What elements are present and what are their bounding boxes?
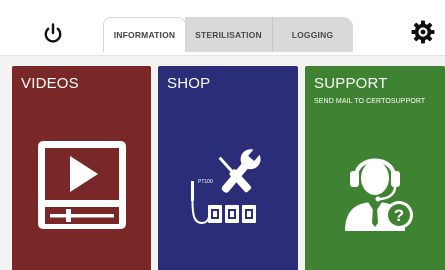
support-title: SUPPORT (314, 75, 388, 92)
gear-icon (411, 20, 435, 44)
tab-sterilisation-label: STERILISATION (195, 29, 262, 40)
svg-text:?: ? (394, 206, 404, 225)
power-button[interactable] (40, 20, 66, 46)
settings-button[interactable] (410, 19, 436, 45)
power-icon (44, 23, 62, 43)
top-bar: STERILISATION LOGGING INFORMATION (0, 0, 445, 56)
support-subtitle: SEND MAIL TO CERTOSUPPORT (314, 98, 426, 105)
tab-logging-label: LOGGING (291, 29, 334, 40)
tab-information-label: INFORMATION (113, 30, 176, 40)
probe-tools-icon: PT100 (191, 148, 261, 225)
tab-information[interactable]: INFORMATION (103, 17, 186, 52)
support-tile[interactable]: SUPPORT SEND MAIL TO CERTOSUPPORT ? (305, 66, 445, 270)
header-divider (0, 55, 445, 56)
videos-title: VIDEOS (21, 75, 79, 92)
tab-divider (272, 17, 273, 52)
video-player-icon (38, 141, 126, 229)
videos-tile[interactable]: VIDEOS (12, 66, 151, 270)
support-agent-icon: ? (345, 158, 413, 231)
tab-sterilisation[interactable]: STERILISATION (185, 17, 272, 52)
probe-label: PT100 (198, 179, 213, 185)
shop-tile[interactable]: SHOP PT100 (158, 66, 298, 270)
tab-logging[interactable]: LOGGING (272, 17, 353, 52)
tab-bar: STERILISATION LOGGING INFORMATION (103, 17, 353, 52)
shop-title: SHOP (167, 75, 211, 92)
